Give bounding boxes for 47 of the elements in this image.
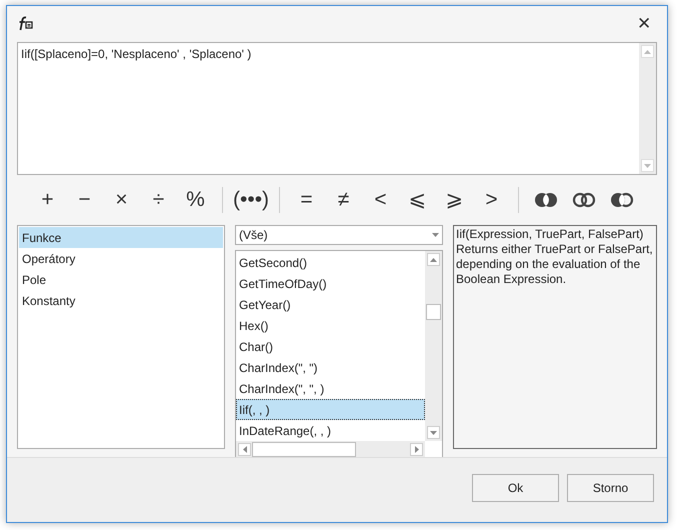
scroll-thumb[interactable]: [426, 304, 441, 320]
function-item[interactable]: GetSecond(): [236, 252, 425, 273]
function-item[interactable]: CharIndex(", ", ): [236, 378, 425, 399]
function-icon: [17, 16, 33, 32]
operator-button[interactable]: ≠: [325, 186, 362, 214]
operator-button[interactable]: (•••): [231, 186, 272, 214]
operator-button[interactable]: +: [29, 186, 66, 214]
operator-button[interactable]: ⩽: [399, 186, 436, 214]
scroll-up-icon[interactable]: [427, 253, 440, 266]
dialog-button[interactable]: Ok: [472, 474, 559, 502]
scroll-down-icon[interactable]: [641, 159, 654, 172]
operator-button[interactable]: −: [66, 186, 103, 214]
operator-button[interactable]: %: [177, 186, 214, 214]
function-item[interactable]: CharIndex(", "): [236, 357, 425, 378]
function-item[interactable]: GetTimeOfDay(): [236, 273, 425, 294]
function-item[interactable]: Iif(, , ): [236, 399, 425, 420]
operator-button[interactable]: >: [473, 186, 510, 214]
operator-button[interactable]: <: [362, 186, 400, 214]
half-filled-circles-icon: [611, 192, 634, 208]
description-panel: Iif(Expression, TruePart, FalsePart) Returns either TruePart or FalsePart, depending on the evaluation of the Boolean Expression.: [453, 225, 657, 449]
filter-dropdown[interactable]: (Vše): [235, 225, 443, 245]
dropdown-caret-icon: [432, 233, 439, 237]
category-item[interactable]: Operátory: [19, 248, 223, 269]
function-item[interactable]: GetYear(): [236, 294, 425, 315]
filled-circles-icon: [535, 193, 558, 207]
scroll-down-icon[interactable]: [427, 426, 440, 439]
scroll-up-icon[interactable]: [641, 45, 654, 58]
function-item[interactable]: InDateRange(, , ): [236, 420, 425, 441]
function-item[interactable]: Char(): [236, 336, 425, 357]
operator-button[interactable]: ÷: [140, 186, 177, 214]
operator-button[interactable]: ×: [103, 186, 140, 214]
operator-button[interactable]: =: [288, 186, 326, 214]
scroll-left-icon[interactable]: [238, 443, 251, 456]
operator-button[interactable]: ⩾: [436, 186, 474, 214]
close-button[interactable]: ✕: [631, 11, 657, 37]
function-item[interactable]: Hex(): [236, 315, 425, 336]
horizontal-scrollbar[interactable]: [236, 441, 425, 458]
expression-field[interactable]: Iif([Splaceno]=0, 'Nesplaceno' , 'Splaceno' ): [17, 42, 657, 175]
overlapping-circles-icon: [572, 192, 596, 208]
dialog-button[interactable]: Storno: [567, 474, 654, 502]
category-item[interactable]: Pole: [19, 269, 223, 290]
category-item[interactable]: Funkce: [19, 227, 223, 248]
scroll-right-icon[interactable]: [410, 443, 423, 456]
vertical-scrollbar[interactable]: [425, 251, 442, 441]
category-item[interactable]: Konstanty: [19, 290, 223, 311]
vertical-scrollbar[interactable]: [639, 43, 656, 174]
scroll-thumb[interactable]: [252, 442, 356, 457]
